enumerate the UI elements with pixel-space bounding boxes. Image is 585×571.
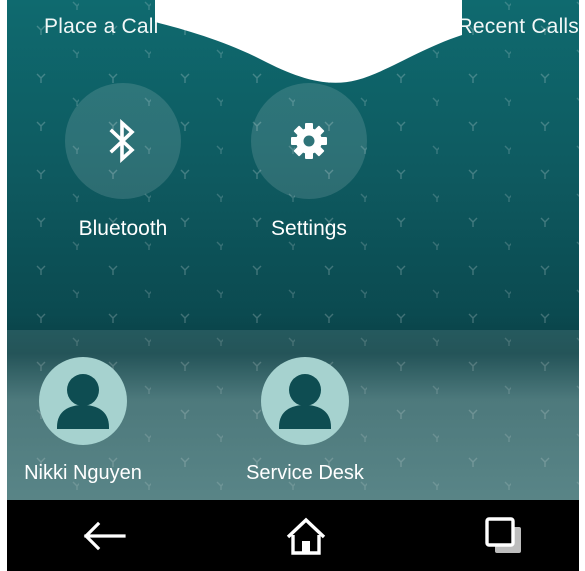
back-button[interactable] — [79, 514, 129, 558]
home-screen: Place a Call Recent Calls Bluetooth Sett… — [7, 0, 579, 571]
contact-name: Service Desk — [246, 462, 364, 484]
navigation-bar — [7, 500, 579, 571]
contact-name: Nikki Nguyen — [24, 462, 142, 484]
home-button[interactable] — [281, 514, 331, 558]
bluetooth-icon — [109, 119, 135, 163]
recent-apps-button[interactable] — [479, 514, 529, 558]
home-icon — [286, 517, 326, 555]
contact-nikki-nguyen[interactable]: Nikki Nguyen — [8, 357, 158, 485]
settings-app[interactable]: Settings — [239, 83, 379, 241]
recent-apps-icon — [485, 517, 521, 553]
bluetooth-button[interactable] — [65, 83, 181, 199]
person-avatar-icon — [261, 357, 349, 445]
contact-service-desk[interactable]: Service Desk — [230, 357, 380, 485]
settings-label: Settings — [271, 217, 347, 240]
settings-button[interactable] — [251, 83, 367, 199]
bluetooth-app[interactable]: Bluetooth — [53, 83, 193, 241]
back-arrow-icon — [83, 521, 126, 551]
bluetooth-label: Bluetooth — [78, 217, 168, 240]
gear-icon — [291, 123, 327, 159]
person-avatar-icon — [39, 357, 127, 445]
